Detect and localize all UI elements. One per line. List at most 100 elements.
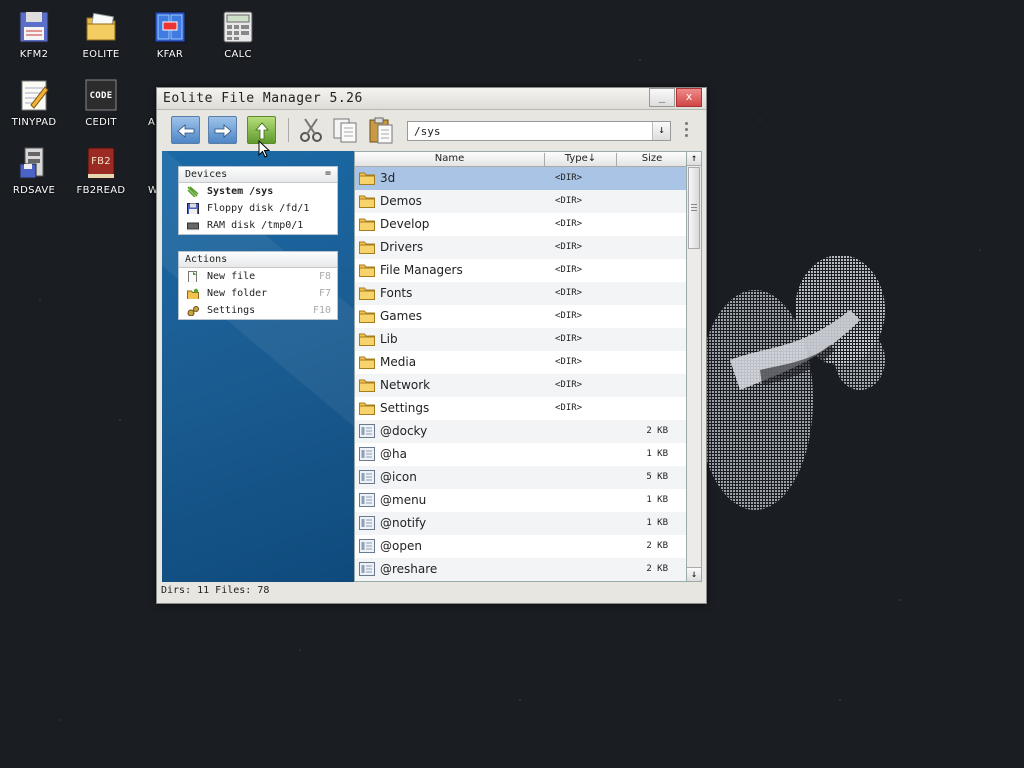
path-input[interactable]: /sys ↓ xyxy=(407,121,671,141)
action-new-folder[interactable]: New folder F7 xyxy=(179,285,337,302)
action-new-file[interactable]: New file F8 xyxy=(179,268,337,285)
table-row[interactable]: @ha 1 KB xyxy=(355,443,686,466)
cut-button[interactable] xyxy=(297,116,325,144)
file-manager-window: Eolite File Manager 5.26 _ x /sys ↓ Devi… xyxy=(156,87,707,604)
desktop-icon-kfar[interactable]: KFAR xyxy=(136,10,204,60)
file-list-header: Name Type↓ Size xyxy=(355,152,686,167)
wallpaper-tree-art xyxy=(700,255,885,510)
file-size: 2 KB xyxy=(646,564,668,574)
file-type: <DIR> xyxy=(555,311,583,321)
table-row[interactable]: Develop <DIR> xyxy=(355,213,686,236)
minimize-button[interactable]: _ xyxy=(649,88,675,107)
scroll-thumb[interactable] xyxy=(688,167,700,249)
device-item-system[interactable]: System /sys xyxy=(179,183,337,200)
device-item-ram[interactable]: RAM disk /tmp0/1 xyxy=(179,217,337,234)
file-name: File Managers xyxy=(380,263,463,277)
file-icon xyxy=(359,539,375,553)
table-row[interactable]: Media <DIR> xyxy=(355,351,686,374)
table-row[interactable]: Lib <DIR> xyxy=(355,328,686,351)
file-size: 1 KB xyxy=(646,449,668,459)
table-row[interactable]: @reshare 2 KB xyxy=(355,558,686,581)
file-icon xyxy=(359,516,375,530)
file-size: 1 KB xyxy=(646,518,668,528)
file-icon xyxy=(359,424,375,438)
menu-dot-icon xyxy=(684,134,688,137)
scroll-up-button[interactable]: ↑ xyxy=(687,152,701,166)
column-type[interactable]: Type↓ xyxy=(545,153,617,167)
folder-icon xyxy=(359,332,375,346)
desktop-icon-fb2read[interactable]: FB2 FB2READ xyxy=(67,146,135,196)
code-editor-icon: CODE xyxy=(84,78,118,112)
table-row[interactable]: @icon 5 KB xyxy=(355,466,686,489)
sidebar: Devices = System /sys Floppy disk /fd/1 … xyxy=(162,151,354,582)
file-name: Demos xyxy=(380,194,422,208)
table-row[interactable]: Drivers <DIR> xyxy=(355,236,686,259)
copy-button[interactable] xyxy=(331,116,359,144)
file-list: Name Type↓ Size 3d <DIR> Demos <DIR> Develop… xyxy=(354,151,687,582)
file-name: Network xyxy=(380,378,431,392)
folder-icon xyxy=(359,401,375,415)
status-bar: Dirs: 11 Files: 78 xyxy=(161,585,270,596)
floppy-disk-icon xyxy=(187,203,199,214)
file-name: Games xyxy=(380,309,422,323)
desktop-icon-rdsave[interactable]: RDSAVE xyxy=(0,146,68,196)
close-button[interactable]: x xyxy=(676,88,702,107)
arrow-right-icon xyxy=(214,124,232,138)
file-size: 2 KB xyxy=(646,541,668,551)
paste-icon xyxy=(369,117,393,144)
desktop-icon-kfm2[interactable]: KFM2 xyxy=(0,10,68,60)
table-row[interactable]: @menu 1 KB xyxy=(355,489,686,512)
toolbar-separator xyxy=(288,118,289,142)
paste-button[interactable] xyxy=(367,116,395,144)
device-item-floppy[interactable]: Floppy disk /fd/1 xyxy=(179,200,337,217)
action-settings[interactable]: Settings F10 xyxy=(179,302,337,319)
file-type: <DIR> xyxy=(555,196,583,206)
scroll-down-button[interactable]: ↓ xyxy=(687,567,701,581)
table-row[interactable]: Fonts <DIR> xyxy=(355,282,686,305)
desktop-icon-eolite[interactable]: EOLITE xyxy=(67,10,135,60)
desktop-icon-tinypad[interactable]: TINYPAD xyxy=(0,78,68,128)
app-icon xyxy=(143,146,153,180)
table-row[interactable]: Demos <DIR> xyxy=(355,190,686,213)
table-row[interactable]: Network <DIR> xyxy=(355,374,686,397)
table-row[interactable]: Settings <DIR> xyxy=(355,397,686,420)
table-row[interactable]: 3d <DIR> xyxy=(355,167,686,190)
collapse-icon[interactable]: = xyxy=(325,168,331,179)
file-icon xyxy=(359,493,375,507)
file-list-scrollbar[interactable]: ↑ ↓ xyxy=(687,151,702,582)
desktop-icon-calc[interactable]: CALC xyxy=(204,10,272,60)
file-icon xyxy=(359,562,375,576)
arrow-up-icon xyxy=(255,122,269,140)
table-row[interactable]: Games <DIR> xyxy=(355,305,686,328)
path-dropdown-button[interactable]: ↓ xyxy=(652,122,670,140)
folder-icon xyxy=(359,378,375,392)
file-name: @ha xyxy=(380,447,407,461)
table-row[interactable]: @docky 2 KB xyxy=(355,420,686,443)
rdsave-icon xyxy=(17,146,51,180)
forward-button[interactable] xyxy=(208,116,237,144)
menu-button[interactable] xyxy=(683,122,689,142)
file-icon xyxy=(359,447,375,461)
back-button[interactable] xyxy=(171,116,200,144)
table-row[interactable]: File Managers <DIR> xyxy=(355,259,686,282)
file-name: 3d xyxy=(380,171,396,185)
svg-text:FB2: FB2 xyxy=(91,156,111,167)
devices-panel: Devices = System /sys Floppy disk /fd/1 … xyxy=(178,166,338,235)
table-row[interactable]: @open 2 KB xyxy=(355,535,686,558)
window-title: Eolite File Manager 5.26 xyxy=(163,91,363,106)
file-name: Drivers xyxy=(380,240,424,254)
file-type: <DIR> xyxy=(555,219,583,229)
close-icon: x xyxy=(685,90,693,103)
notepad-icon xyxy=(17,78,51,112)
file-name: @icon xyxy=(380,470,417,484)
table-row[interactable]: @notify 1 KB xyxy=(355,512,686,535)
desktop-icon-cedit[interactable]: CODE CEDIT xyxy=(67,78,135,128)
folder-icon xyxy=(359,240,375,254)
file-name: Lib xyxy=(380,332,398,346)
arrow-left-icon xyxy=(177,124,195,138)
file-type: <DIR> xyxy=(555,173,583,183)
column-name[interactable]: Name xyxy=(355,153,545,167)
folder-icon xyxy=(359,355,375,369)
title-bar[interactable]: Eolite File Manager 5.26 _ x xyxy=(157,88,706,110)
column-size[interactable]: Size xyxy=(617,153,686,164)
